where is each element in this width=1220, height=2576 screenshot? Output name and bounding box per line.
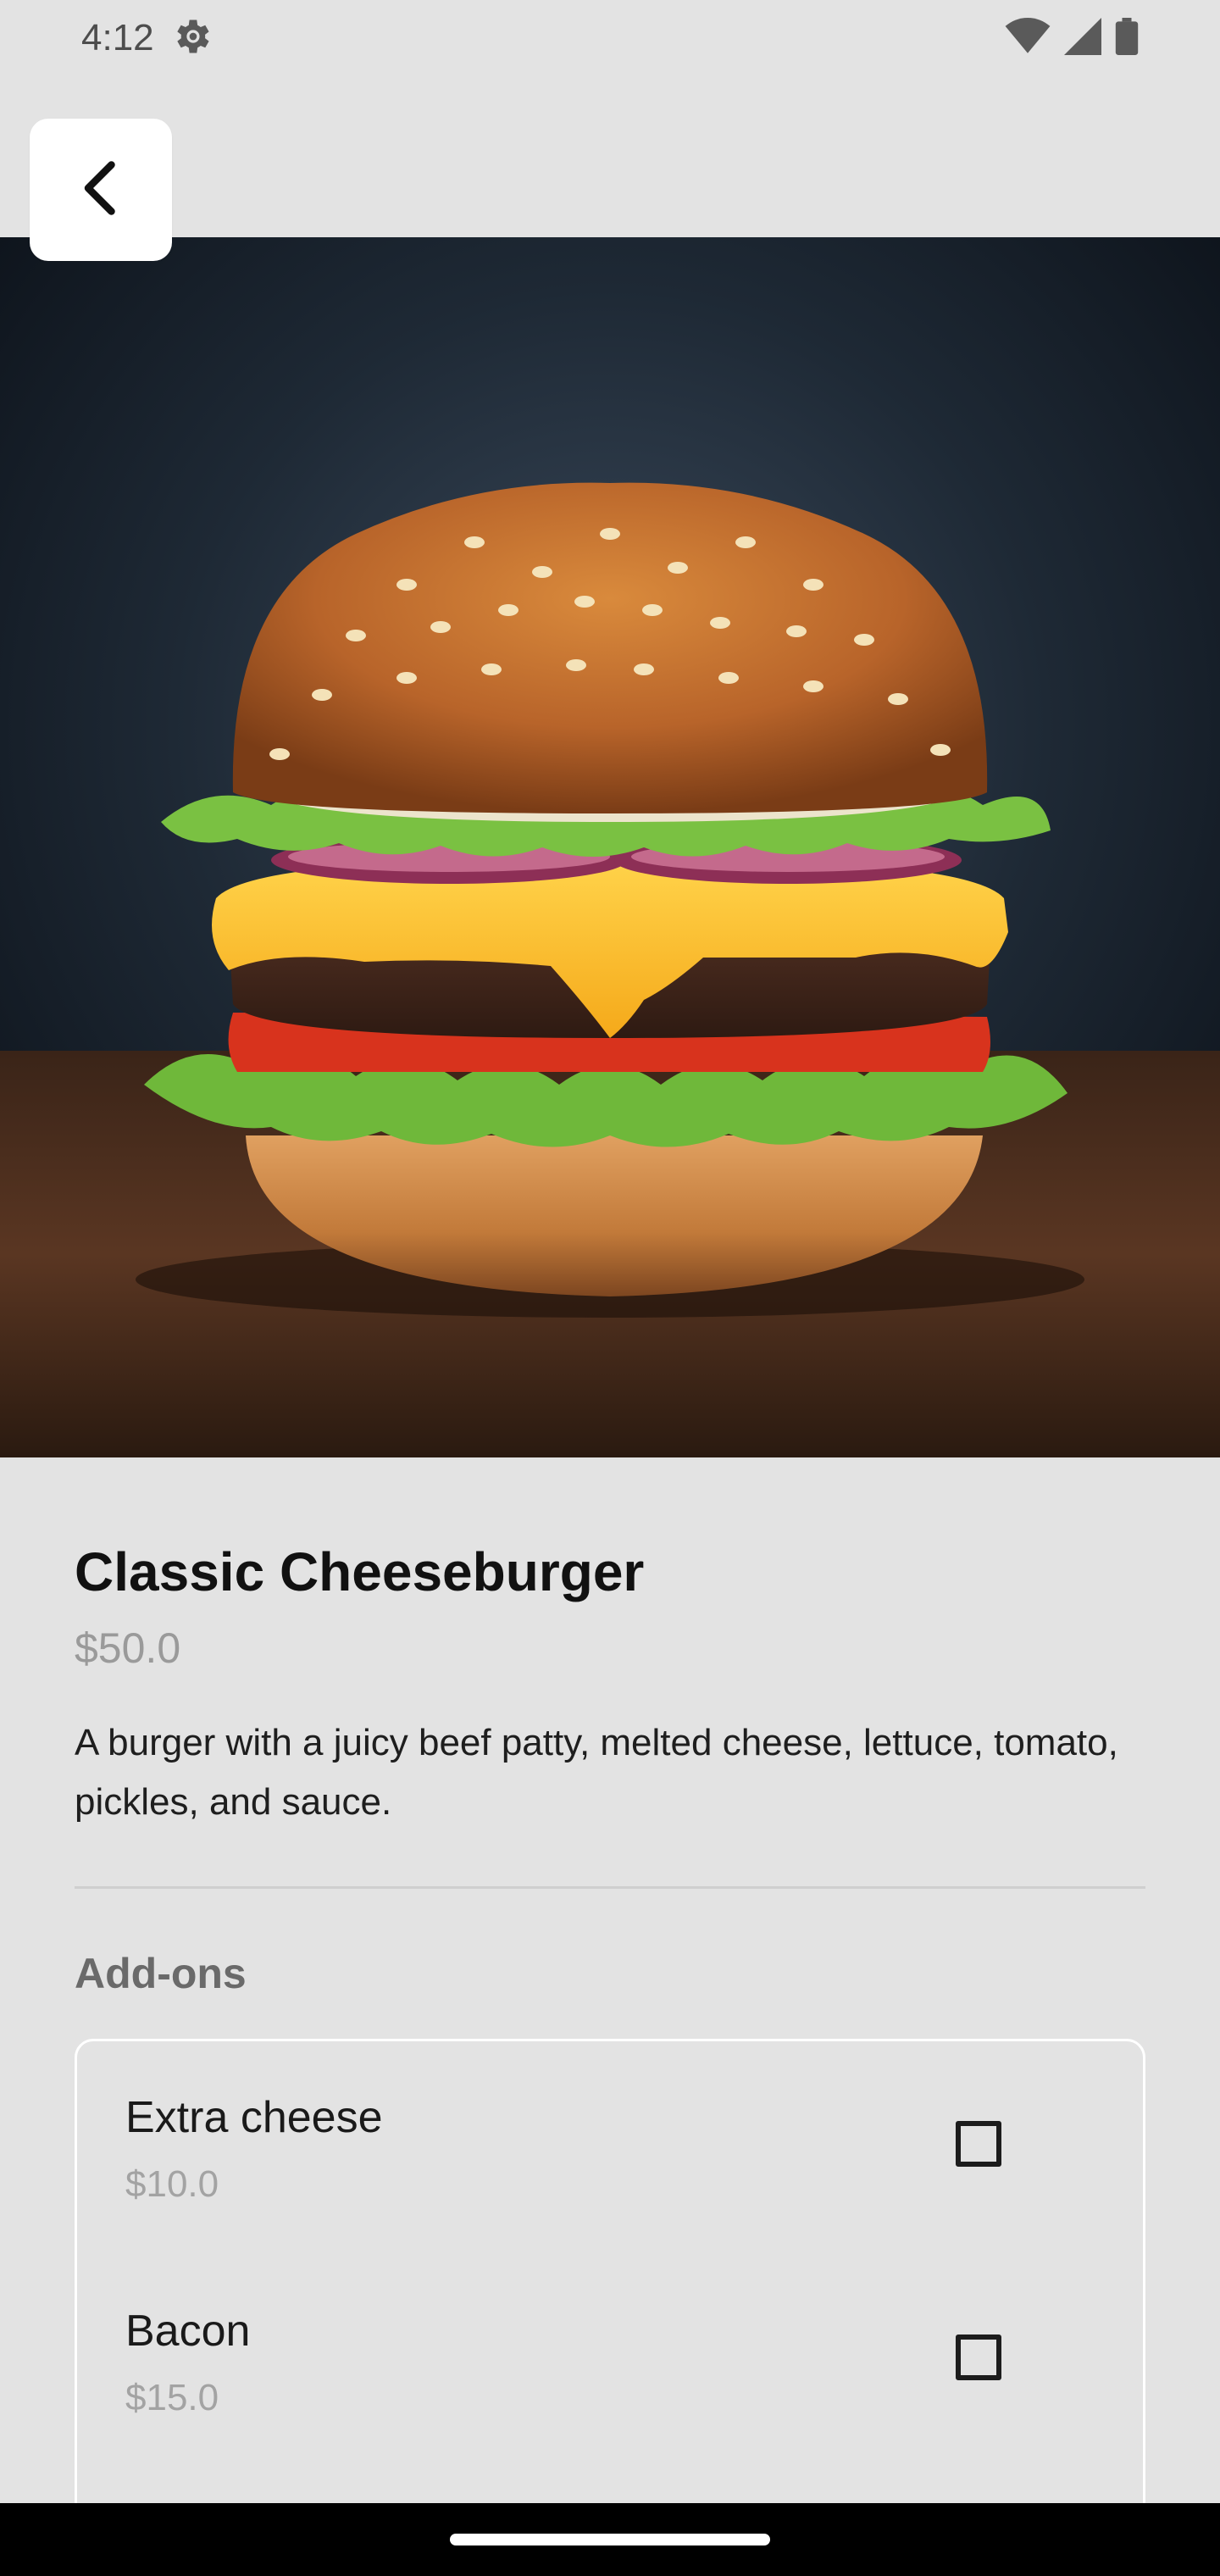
product-title: Classic Cheeseburger (75, 1541, 645, 1602)
product-description: A burger with a juicy beef patty, melted… (75, 1722, 1118, 1823)
addon-price: $15.0 (125, 2377, 219, 2418)
bacon-checkbox[interactable] (956, 2334, 1001, 2380)
gear-icon (169, 14, 214, 63)
extra-cheese-checkbox[interactable] (956, 2121, 1001, 2167)
addon-name: Extra cheese (125, 2093, 383, 2142)
chevron-left-icon (75, 158, 126, 222)
signal-icon (1064, 17, 1101, 59)
product-detail-screen: 4:12 Classic Cheeseburger $50.0 A burger… (0, 0, 1220, 2576)
status-bar: 4:12 (0, 0, 1220, 76)
back-button[interactable] (30, 119, 172, 261)
addon-row-extra-cheese[interactable]: Extra cheese $10.0 (125, 2092, 1100, 2262)
navigation-bar (0, 2503, 1220, 2576)
addon-name: Bacon (125, 2307, 251, 2356)
addons-section-title: Add-ons (75, 1950, 247, 1997)
status-time: 4:12 (81, 17, 154, 58)
hero-image (0, 237, 1220, 1457)
addon-price: $10.0 (125, 2163, 219, 2205)
divider (75, 1886, 1145, 1889)
product-price: $50.0 (75, 1624, 181, 1672)
battery-icon (1115, 17, 1139, 59)
home-indicator[interactable] (450, 2534, 770, 2545)
wifi-icon (1005, 17, 1051, 59)
addon-row-bacon[interactable]: Bacon $15.0 (125, 2306, 1100, 2475)
addons-card: Extra cheese $10.0 Bacon $15.0 (75, 2039, 1145, 2576)
status-left: 4:12 (81, 14, 214, 63)
cheeseburger-photo (0, 237, 1220, 1457)
status-right (1005, 17, 1139, 59)
